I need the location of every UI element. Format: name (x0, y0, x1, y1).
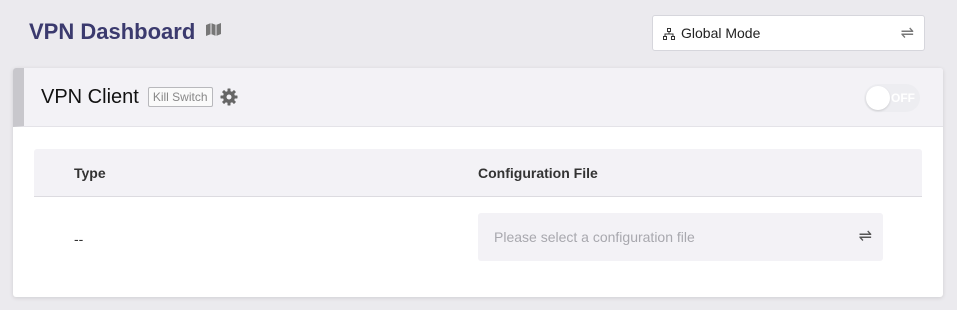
swap-icon: ⇌ (858, 228, 872, 245)
mode-select[interactable]: Global Mode ⇌ (652, 15, 925, 51)
vpn-client-card: VPN Client Kill Switch OFF Type Configur… (13, 68, 943, 297)
gear-icon[interactable] (220, 88, 238, 106)
vpn-toggle[interactable]: OFF (864, 84, 920, 112)
mode-select-value: Global Mode (681, 25, 761, 41)
page-title: VPN Dashboard (29, 19, 196, 44)
card-header: VPN Client Kill Switch OFF (13, 68, 943, 127)
kill-switch-badge[interactable]: Kill Switch (147, 87, 213, 107)
toggle-knob (866, 86, 890, 110)
card-title: VPN Client (41, 85, 139, 108)
page-title-group: VPN Dashboard (29, 19, 227, 45)
type-cell: -- (74, 231, 84, 247)
column-header-type: Type (74, 165, 106, 181)
config-file-select[interactable]: Please select a configuration file ⇌ (478, 213, 883, 261)
config-file-placeholder: Please select a configuration file (494, 229, 695, 245)
swap-icon: ⇌ (900, 25, 914, 42)
column-header-config-file: Configuration File (478, 165, 598, 181)
network-icon (663, 27, 675, 40)
toggle-label: OFF (891, 91, 915, 105)
vpn-map-icon (205, 22, 227, 42)
table-header: Type Configuration File (34, 149, 922, 197)
